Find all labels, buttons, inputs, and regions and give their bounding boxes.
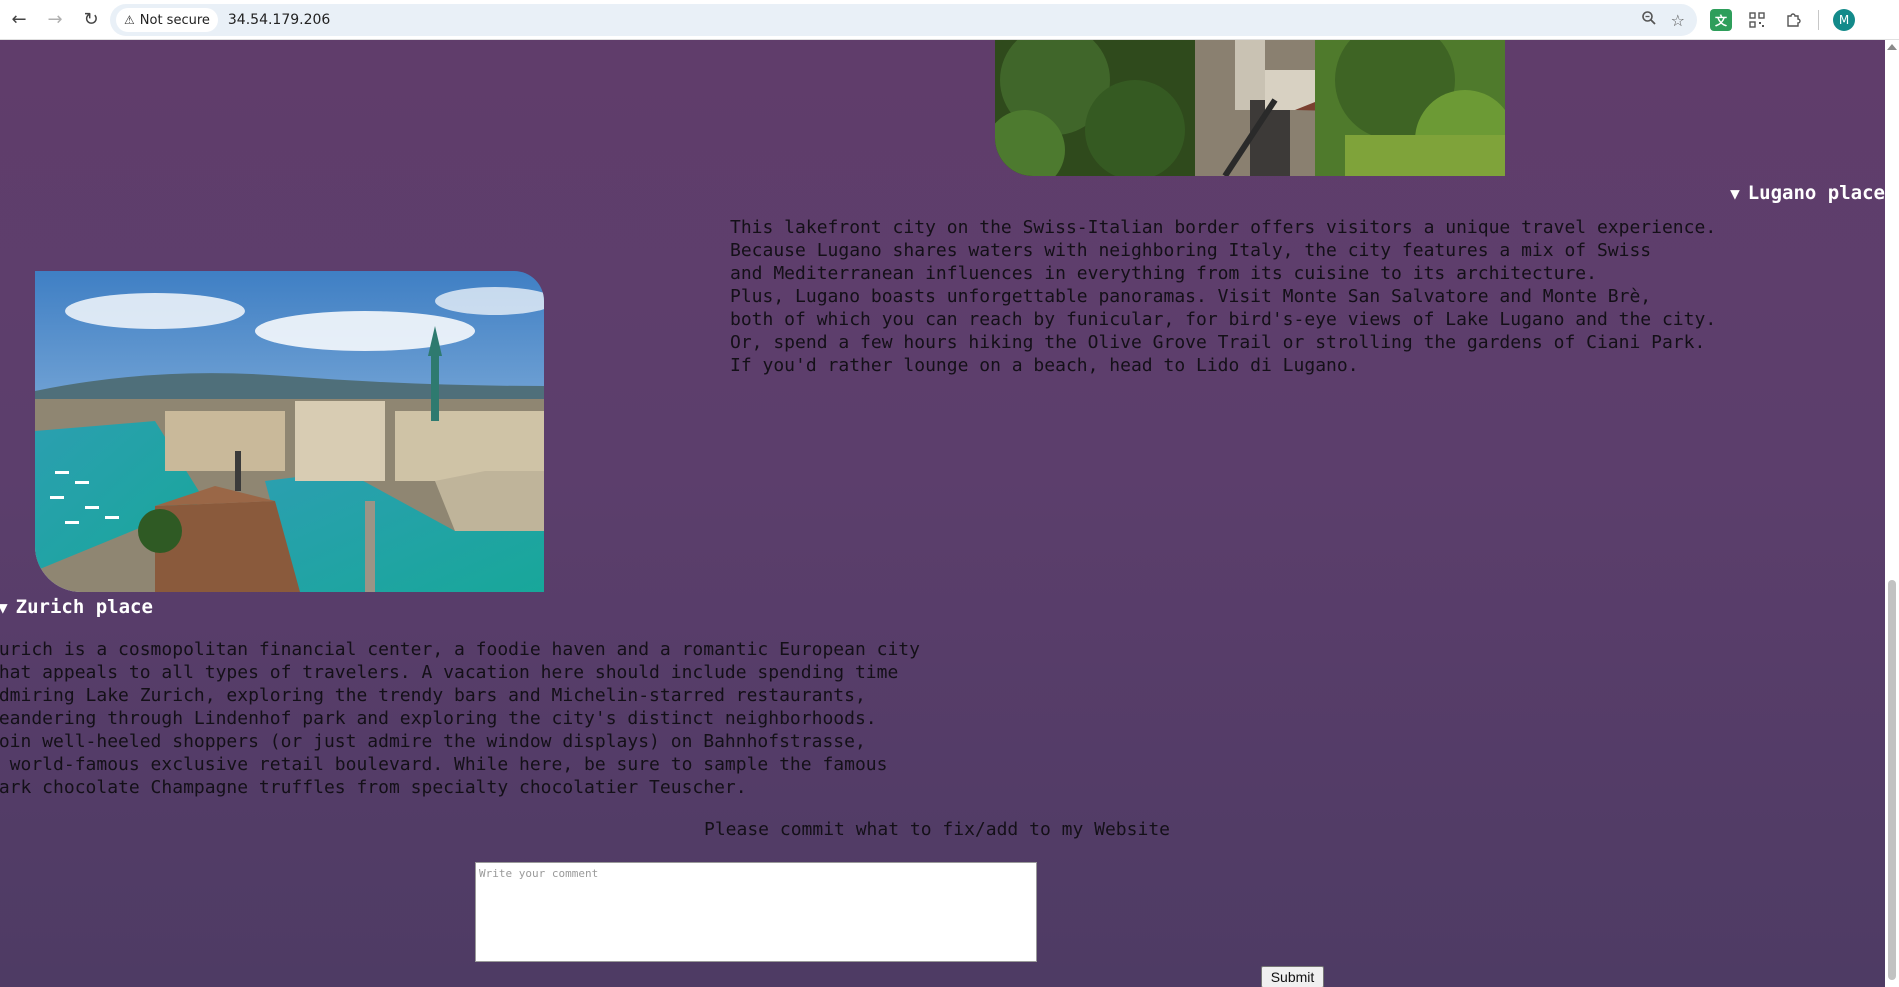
scroll-up-arrow-icon[interactable] bbox=[1887, 44, 1897, 50]
expanded-triangle-icon: ▼ bbox=[1730, 184, 1740, 203]
lugano-description: This lakefront city on the Swiss-Italian… bbox=[730, 217, 1717, 376]
toolbar-separator bbox=[1818, 10, 1819, 30]
warning-triangle-icon: ⚠ bbox=[124, 13, 135, 27]
zoom-icon[interactable] bbox=[1641, 10, 1657, 30]
browser-toolbar: ← → ↻ ⚠ Not secure 34.54.179.206 ☆ 文 M bbox=[0, 0, 1899, 40]
forward-arrow-icon[interactable]: → bbox=[38, 3, 72, 37]
profile-avatar[interactable]: M bbox=[1833, 9, 1855, 31]
comment-prompt: Please commit what to fix/add to my Webs… bbox=[704, 819, 1170, 840]
star-icon[interactable]: ☆ bbox=[1671, 11, 1685, 30]
comment-input[interactable] bbox=[475, 862, 1037, 962]
address-bar[interactable]: ⚠ Not secure 34.54.179.206 ☆ bbox=[110, 4, 1697, 36]
qr-code-icon[interactable] bbox=[1746, 9, 1768, 31]
security-label: Not secure bbox=[139, 12, 210, 28]
zurich-photo bbox=[35, 271, 544, 592]
lugano-summary-label: Lugano place bbox=[1747, 182, 1885, 204]
zurich-summary-toggle[interactable]: ▼ Zurich place bbox=[0, 596, 153, 618]
zurich-description: Zurich is a cosmopolitan financial cente… bbox=[0, 639, 920, 798]
expanded-triangle-icon: ▼ bbox=[0, 598, 8, 617]
back-arrow-icon[interactable]: ← bbox=[2, 3, 36, 37]
submit-button[interactable]: Submit bbox=[1261, 966, 1324, 987]
url-text[interactable]: 34.54.179.206 bbox=[228, 12, 330, 28]
lugano-summary-toggle[interactable]: ▼ Lugano place bbox=[1730, 182, 1885, 204]
page-scrollbar[interactable] bbox=[1885, 40, 1899, 987]
zurich-summary-label: Zurich place bbox=[15, 596, 153, 618]
security-chip[interactable]: ⚠ Not secure bbox=[116, 8, 218, 32]
reload-icon[interactable]: ↻ bbox=[74, 3, 108, 37]
scrollbar-thumb[interactable] bbox=[1888, 580, 1896, 980]
puzzle-piece-icon[interactable] bbox=[1782, 9, 1804, 31]
page-content: ▼ Lugano place This lakefront city on the… bbox=[0, 40, 1899, 987]
lugano-photo bbox=[995, 40, 1505, 176]
translate-extension-icon[interactable]: 文 bbox=[1710, 9, 1732, 31]
